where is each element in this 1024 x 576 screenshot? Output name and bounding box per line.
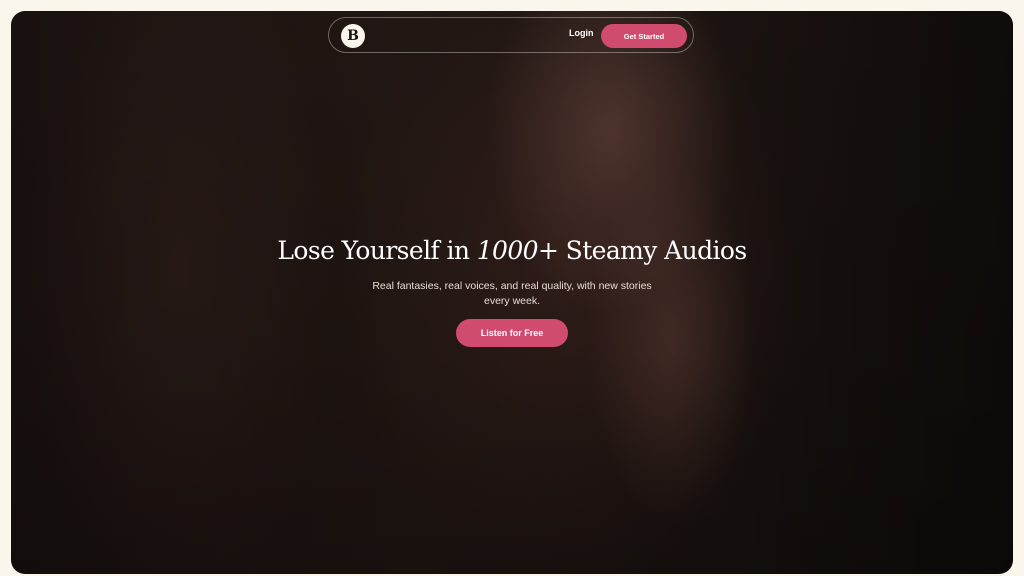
hero-section: B Login Get Started Lose Yourself in 100… (11, 11, 1013, 574)
headline-text-start: Lose Yourself in (277, 236, 477, 265)
brand-logo[interactable]: B (341, 24, 365, 48)
headline-text-end: Steamy Audios (558, 236, 747, 265)
hero-headline: Lose Yourself in 1000+ Steamy Audios (11, 236, 1013, 265)
hero-subtitle: Real fantasies, real voices, and real qu… (372, 280, 652, 307)
headline-number: 1000+ (476, 236, 559, 265)
get-started-button[interactable]: Get Started (601, 24, 687, 48)
listen-for-free-button[interactable]: Listen for Free (456, 319, 568, 347)
top-navbar: B Login Get Started (328, 17, 694, 53)
login-button[interactable]: Login (569, 28, 594, 38)
